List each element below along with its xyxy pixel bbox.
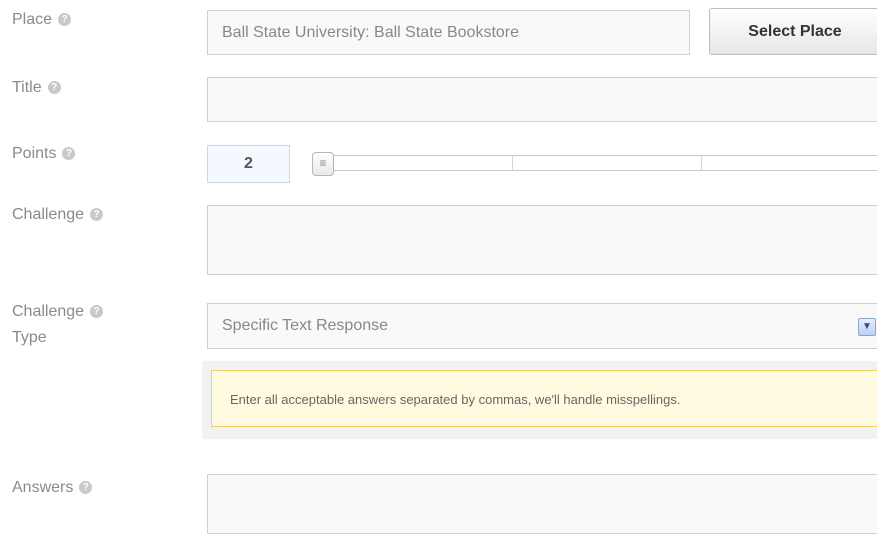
slider-tick bbox=[701, 156, 702, 170]
title-input[interactable] bbox=[207, 77, 877, 122]
help-icon[interactable]: ? bbox=[62, 147, 76, 160]
challenge-type-select[interactable]: Specific Text Response bbox=[207, 303, 877, 349]
title-label-text: Title bbox=[12, 79, 42, 96]
points-slider-track[interactable] bbox=[324, 155, 877, 171]
help-icon[interactable]: ? bbox=[47, 81, 61, 94]
place-label-text: Place bbox=[12, 11, 53, 28]
help-icon[interactable]: ? bbox=[58, 13, 72, 26]
answers-label-text: Answers bbox=[12, 479, 74, 496]
select-place-button[interactable]: Select Place bbox=[709, 8, 877, 55]
points-label: Points? bbox=[12, 141, 76, 167]
points-label-text: Points bbox=[12, 145, 57, 162]
place-label: Place? bbox=[12, 7, 72, 33]
slider-tick bbox=[512, 156, 513, 170]
help-icon[interactable]: ? bbox=[90, 305, 104, 318]
challenge-label: Challenge? bbox=[12, 202, 104, 228]
challenge-label-text: Challenge bbox=[12, 206, 85, 223]
challenge-type-label: Challenge? Type bbox=[12, 299, 104, 351]
help-icon[interactable]: ? bbox=[79, 481, 93, 494]
challenge-type-label-line1: Challenge bbox=[12, 303, 85, 320]
challenge-type-label-line2: Type bbox=[12, 329, 47, 346]
chevron-down-icon[interactable]: ▼ bbox=[858, 318, 876, 336]
help-icon[interactable]: ? bbox=[90, 208, 104, 221]
points-input[interactable]: 2 bbox=[207, 145, 290, 183]
grip-lines-icon: ≡ bbox=[319, 156, 327, 170]
place-input[interactable]: Ball State University: Ball State Bookst… bbox=[207, 10, 690, 55]
title-label: Title? bbox=[12, 75, 61, 101]
challenge-textarea[interactable] bbox=[207, 205, 877, 275]
answers-label: Answers? bbox=[12, 475, 93, 501]
answers-textarea[interactable] bbox=[207, 474, 877, 534]
points-slider-handle[interactable]: ≡ bbox=[312, 152, 334, 176]
answers-hint-message: Enter all acceptable answers separated b… bbox=[211, 370, 877, 427]
